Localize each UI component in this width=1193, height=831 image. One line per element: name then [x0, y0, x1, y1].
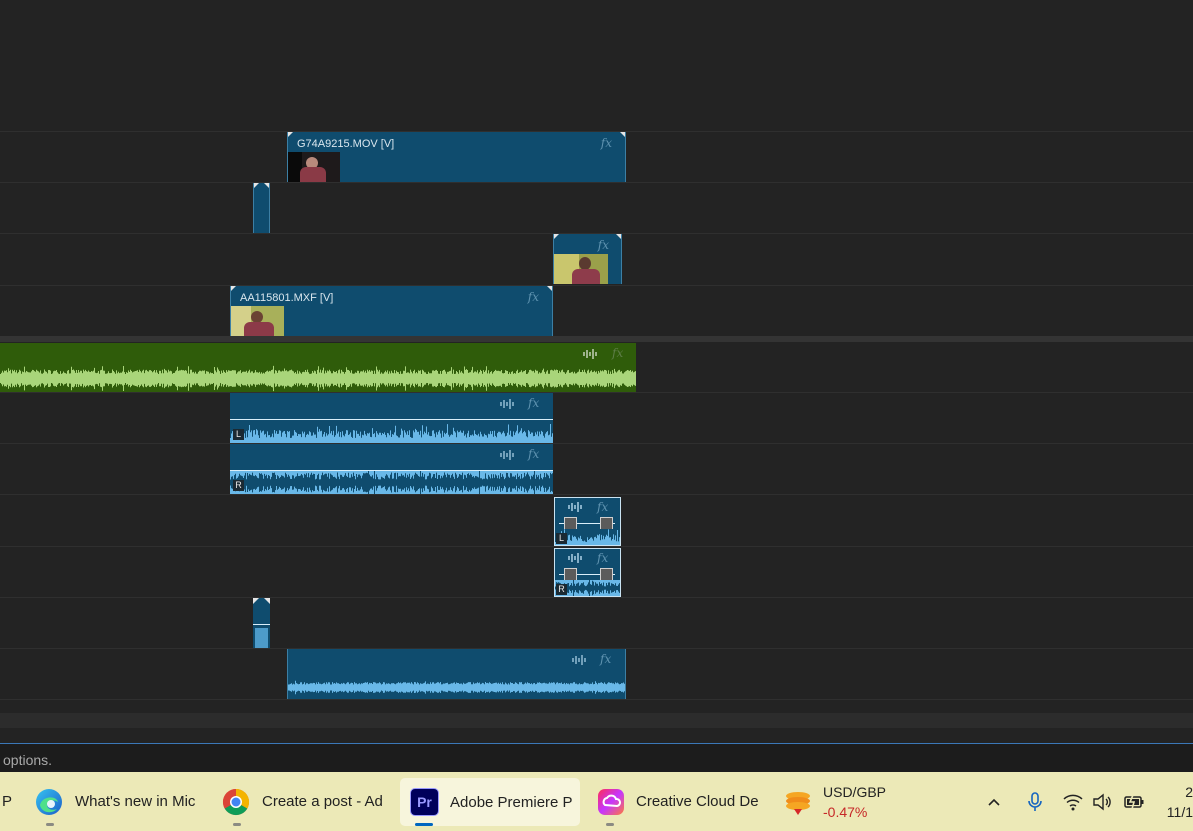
taskbar-app-label: Creative Cloud De: [636, 793, 759, 810]
fx-icon: fx: [600, 136, 612, 150]
clock-date: 11/1: [1166, 803, 1193, 820]
channel-label-left: L: [233, 429, 244, 440]
microphone-icon: [1028, 791, 1042, 811]
tray-wifi[interactable]: [1062, 772, 1084, 831]
fx-icon: fx: [527, 290, 539, 304]
video-clip-aa115801[interactable]: AA115801.MXF [V] fx: [230, 286, 553, 336]
audio-waveform: [230, 420, 553, 443]
taskbar-app-label: Create a post - Ad: [262, 793, 383, 810]
audio-waveform: [230, 471, 553, 494]
audio-clip-aa115801-right[interactable]: fx R: [230, 444, 553, 494]
audio-clip-3-left[interactable]: fx L: [554, 497, 621, 546]
widget-value: -0.47%: [823, 803, 868, 820]
tray-microphone[interactable]: [1024, 772, 1046, 831]
timeline-scrollbar[interactable]: [0, 713, 1193, 728]
clip-thumbnail: [231, 306, 284, 336]
waveform-icon: [500, 399, 514, 409]
video-clip-g74a9215[interactable]: G74A9215.MOV [V] fx: [287, 132, 626, 182]
waveform-icon: [583, 349, 597, 359]
waveform-icon: [568, 553, 582, 563]
wifi-icon: [1063, 794, 1083, 810]
taskbar-app-chrome[interactable]: Create a post - Ad: [217, 772, 397, 831]
taskbar-app-edge[interactable]: What's new in Mic: [30, 772, 210, 831]
video-clip-small[interactable]: [253, 183, 270, 233]
audio-clip-g74a9215[interactable]: fx: [287, 649, 626, 699]
audio-waveform: [288, 676, 625, 699]
status-bar: options.: [0, 744, 1193, 772]
audio-clip-small[interactable]: [253, 598, 270, 648]
fx-icon: fx: [528, 447, 540, 461]
tray-overflow-button[interactable]: [983, 772, 1005, 831]
audio-clip-music[interactable]: fx: [0, 343, 636, 392]
fx-icon: fx: [612, 346, 624, 360]
edge-icon: [36, 788, 62, 815]
speaker-icon: [1093, 793, 1111, 810]
clip-thumbnail: [554, 254, 608, 284]
chevron-up-icon: [988, 798, 1000, 806]
tray-volume[interactable]: [1091, 772, 1113, 831]
music-waveform: [0, 365, 636, 392]
channel-label-right: R: [233, 480, 244, 491]
taskbar-partial-label: P: [2, 793, 13, 810]
tray-battery[interactable]: [1122, 772, 1146, 831]
taskbar-partial-item[interactable]: P: [0, 772, 20, 831]
battery-charging-icon: [1124, 794, 1144, 809]
clip-name: G74A9215.MOV [V]: [297, 138, 395, 150]
taskbar: P What's new in Mic Create a post - Ad P…: [0, 772, 1193, 831]
waveform-icon: [568, 502, 582, 512]
taskbar-app-creative-cloud[interactable]: Creative Cloud De: [592, 772, 772, 831]
premiere-icon: Pr: [410, 788, 439, 816]
widget-title: USD/GBP: [823, 783, 887, 800]
clip-thumbnail: [288, 152, 340, 182]
fx-icon: fx: [597, 500, 609, 514]
fx-icon: fx: [597, 238, 609, 252]
video-clip-3[interactable]: fx: [553, 234, 622, 284]
clock-time: 2: [1185, 783, 1193, 800]
taskbar-app-premiere[interactable]: Pr Adobe Premiere P: [400, 778, 580, 826]
waveform-icon: [572, 655, 586, 665]
chrome-icon: [222, 788, 250, 815]
fx-icon: fx: [600, 652, 612, 666]
waveform-icon: [500, 450, 514, 460]
currency-coins-icon: [786, 791, 810, 815]
taskbar-widget-currency[interactable]: USD/GBP -0.47%: [783, 772, 903, 831]
creative-cloud-icon: [598, 788, 624, 815]
audio-clip-3-right[interactable]: fx R: [554, 548, 621, 597]
taskbar-clock[interactable]: 2 11/1: [1160, 772, 1193, 831]
channel-label-left: L: [556, 533, 567, 544]
video-audio-divider[interactable]: [0, 336, 1193, 342]
premiere-icon-text: Pr: [417, 794, 432, 810]
taskbar-app-label: What's new in Mic: [75, 793, 196, 810]
clip-name: AA115801.MXF [V]: [240, 292, 334, 304]
audio-clip-aa115801-left[interactable]: fx L: [230, 393, 553, 443]
fx-icon: fx: [528, 396, 540, 410]
taskbar-app-label: Adobe Premiere P: [450, 793, 573, 811]
channel-label-right: R: [556, 584, 567, 595]
fx-icon: fx: [597, 551, 609, 565]
status-text: options.: [3, 752, 53, 768]
